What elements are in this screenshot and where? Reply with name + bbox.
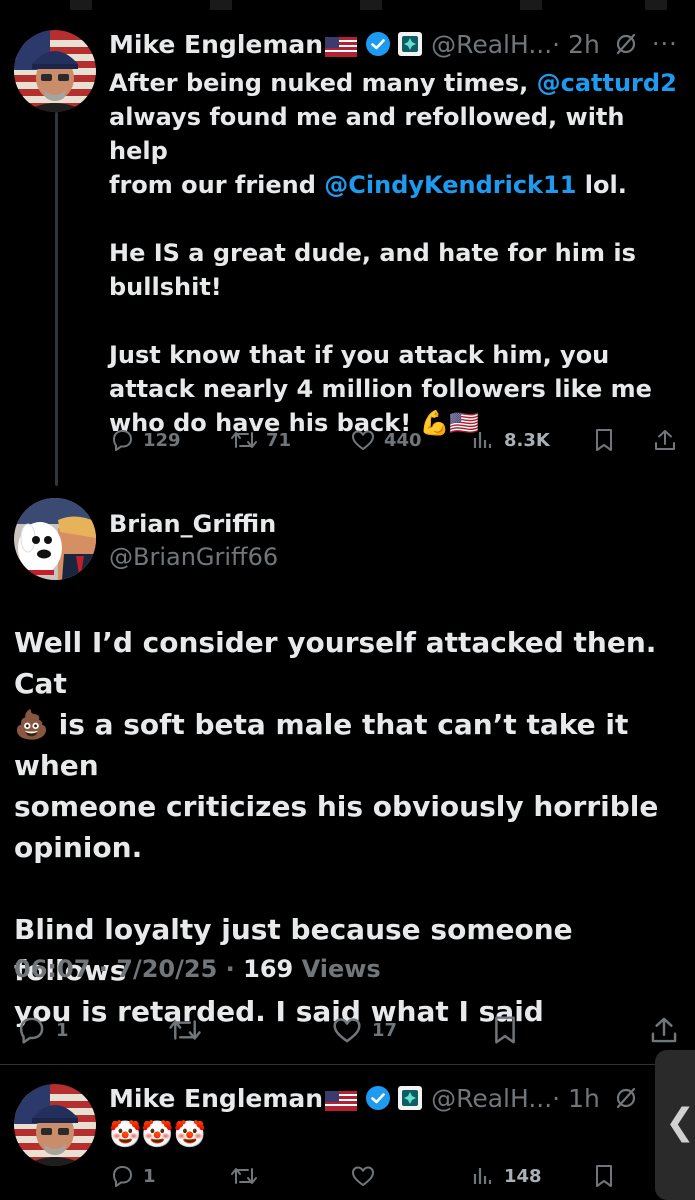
like-count: 440	[384, 429, 422, 451]
us-flag-icon	[325, 1088, 358, 1111]
tweet-meta: 06:07 · 7/20/25 · 169 Views	[14, 955, 381, 983]
bookmark-icon	[596, 429, 612, 451]
analytics-icon	[473, 432, 492, 448]
like-button[interactable]: 440	[350, 427, 422, 453]
share-icon	[655, 430, 675, 450]
views-count: 148	[504, 1165, 542, 1187]
author-handle[interactable]: @RealH...	[431, 30, 552, 59]
author-name[interactable]: Mike Engleman	[109, 30, 323, 59]
like-count: 17	[372, 1019, 398, 1041]
repost-button[interactable]	[230, 1163, 258, 1189]
tweet-header: Mike Engleman @RealH... · 2h ···	[109, 28, 678, 60]
tweet-actions: 1 17	[0, 1014, 695, 1044]
like-button[interactable]: 17	[330, 1014, 397, 1046]
avatar[interactable]	[14, 498, 96, 580]
heart-icon	[352, 1166, 374, 1186]
bookmark-button[interactable]	[592, 427, 616, 453]
reply-icon	[113, 430, 132, 451]
tweet-text: 🤡🤡🤡	[109, 1120, 207, 1150]
reply-count: 129	[143, 429, 181, 451]
views-button[interactable]: 148	[470, 1163, 542, 1189]
share-button[interactable]	[648, 1014, 680, 1046]
grok-icon[interactable]	[614, 32, 638, 56]
author-name[interactable]: Mike Engleman	[109, 1084, 323, 1113]
reply-button[interactable]: 1	[109, 1163, 156, 1189]
bookmark-button[interactable]	[592, 1163, 616, 1189]
verified-badge-icon[interactable]	[365, 1085, 391, 1111]
reply-button[interactable]: 129	[109, 427, 181, 453]
avatar[interactable]	[14, 30, 96, 112]
affiliate-badge-icon[interactable]	[397, 1085, 423, 1111]
repost-count: 71	[266, 429, 292, 451]
bookmark-icon	[495, 1016, 515, 1044]
tweet-time[interactable]: · 1h	[552, 1084, 600, 1113]
reply-icon	[19, 1017, 44, 1044]
mention-link[interactable]: @catturd2	[537, 69, 677, 97]
analytics-icon	[473, 1168, 492, 1184]
reply-count: 1	[143, 1165, 156, 1187]
tweet-actions: 129 71 440 8.3K	[0, 427, 695, 457]
mention-link[interactable]: @CindyKendrick11	[324, 171, 576, 199]
author-name[interactable]: Brian_Griffin	[109, 510, 276, 538]
top-status-strip	[0, 0, 695, 12]
tweet-actions: 1 148	[0, 1163, 655, 1193]
views-count: 169	[243, 955, 294, 983]
verified-badge-icon[interactable]	[365, 31, 391, 57]
tweet-text: After being nuked many times, @catturd2 …	[109, 66, 689, 440]
chevron-left-icon: ❮	[665, 1102, 695, 1143]
avatar[interactable]	[14, 1084, 96, 1166]
repost-button[interactable]	[168, 1014, 202, 1046]
grok-icon[interactable]	[614, 1086, 638, 1110]
repost-icon	[169, 1020, 201, 1040]
affiliate-badge-icon[interactable]	[397, 31, 423, 57]
views-count: 8.3K	[504, 429, 550, 451]
views-button[interactable]: 8.3K	[470, 427, 550, 453]
bookmark-icon	[596, 1165, 612, 1187]
tweet-time[interactable]: · 2h	[552, 30, 600, 59]
meta-separator: ·	[225, 955, 235, 983]
tweet-handle-line: @BrianGriff66	[109, 541, 278, 573]
repost-icon	[231, 432, 257, 448]
heart-icon	[352, 430, 374, 450]
tweet-header: Mike Engleman @RealH... · 1h	[109, 1082, 638, 1114]
more-options-icon[interactable]: ···	[652, 30, 678, 58]
us-flag-icon	[325, 34, 358, 57]
share-icon	[651, 1017, 677, 1043]
divider	[0, 1064, 695, 1065]
like-button[interactable]	[350, 1163, 376, 1189]
author-handle[interactable]: @BrianGriff66	[109, 543, 278, 571]
tweet-time[interactable]: 06:07	[14, 955, 90, 983]
share-button[interactable]	[652, 427, 678, 453]
views-label: Views	[301, 955, 381, 983]
side-panel-handle[interactable]: ❮	[655, 1050, 695, 1200]
tweet-text-part: lol. He IS a great dude, and hate for hi…	[109, 171, 652, 437]
tweet-text-part: After being nuked many times,	[109, 69, 537, 97]
reply-button[interactable]: 1	[14, 1014, 69, 1046]
reply-count: 1	[56, 1019, 69, 1041]
bookmark-button[interactable]	[490, 1014, 520, 1046]
heart-icon	[333, 1018, 361, 1043]
repost-icon	[231, 1168, 257, 1184]
meta-separator: ·	[98, 955, 108, 983]
repost-button[interactable]: 71	[230, 427, 291, 453]
tweet-author-block: Brian_Griffin	[109, 508, 276, 540]
author-handle[interactable]: @RealH...	[431, 1084, 552, 1113]
reply-icon	[113, 1166, 132, 1187]
tweet-date[interactable]: 7/20/25	[116, 955, 217, 983]
